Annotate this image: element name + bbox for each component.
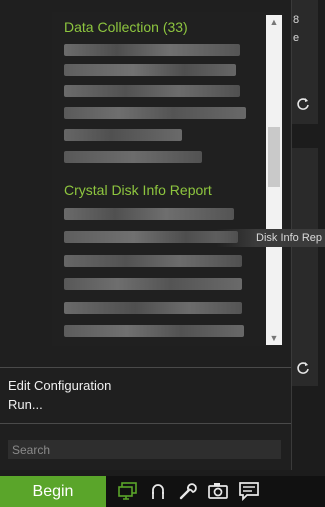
list-item-redacted[interactable] [64,231,238,243]
menu-divider [0,423,291,424]
headset-icon[interactable] [146,480,170,502]
list-item-redacted[interactable] [64,302,242,314]
scroll-thumb[interactable] [268,127,280,187]
wrench-icon[interactable] [176,480,200,502]
list-scrollbar[interactable]: ▲ ▼ [266,15,282,345]
side-panel-middle [290,148,318,386]
list-item-redacted[interactable] [64,325,244,337]
group-header-crystal-disk-info[interactable]: Crystal Disk Info Report [64,182,212,198]
list-item-redacted[interactable] [64,64,236,76]
list-item-redacted[interactable] [64,129,182,141]
scroll-down-icon[interactable]: ▼ [266,331,282,345]
list-item-redacted[interactable] [64,208,234,220]
group-header-data-collection[interactable]: Data Collection (33) [64,19,188,35]
run-menu-item[interactable]: Run... [8,397,43,413]
refresh-icon[interactable] [293,96,313,116]
chat-icon[interactable] [237,480,261,502]
menu-divider [0,367,291,368]
list-item-redacted[interactable] [64,151,202,163]
item-tooltip: Disk Info Rep [216,229,325,247]
side-count: 8 [293,14,300,26]
list-item-redacted[interactable] [64,278,242,290]
list-item-redacted[interactable] [64,255,242,267]
list-item-redacted[interactable] [64,107,246,119]
screen: 8 e Data Collection (33) Crystal Disk In… [0,0,325,507]
scroll-up-icon[interactable]: ▲ [266,15,282,29]
start-menu: Data Collection (33) Crystal Disk Info R… [0,0,325,470]
script-list[interactable]: Data Collection (33) Crystal Disk Info R… [52,12,284,346]
list-item-redacted[interactable] [64,44,240,56]
list-item-redacted[interactable] [64,85,240,97]
begin-button[interactable]: Begin [0,476,106,507]
taskbar: Begin [0,476,325,507]
search-input[interactable] [8,440,281,459]
camera-icon[interactable] [206,480,230,502]
monitor-icon[interactable] [116,480,140,502]
edit-configuration-menu-item[interactable]: Edit Configuration [8,378,111,394]
refresh-icon[interactable] [293,360,313,380]
side-letter: e [293,32,300,44]
